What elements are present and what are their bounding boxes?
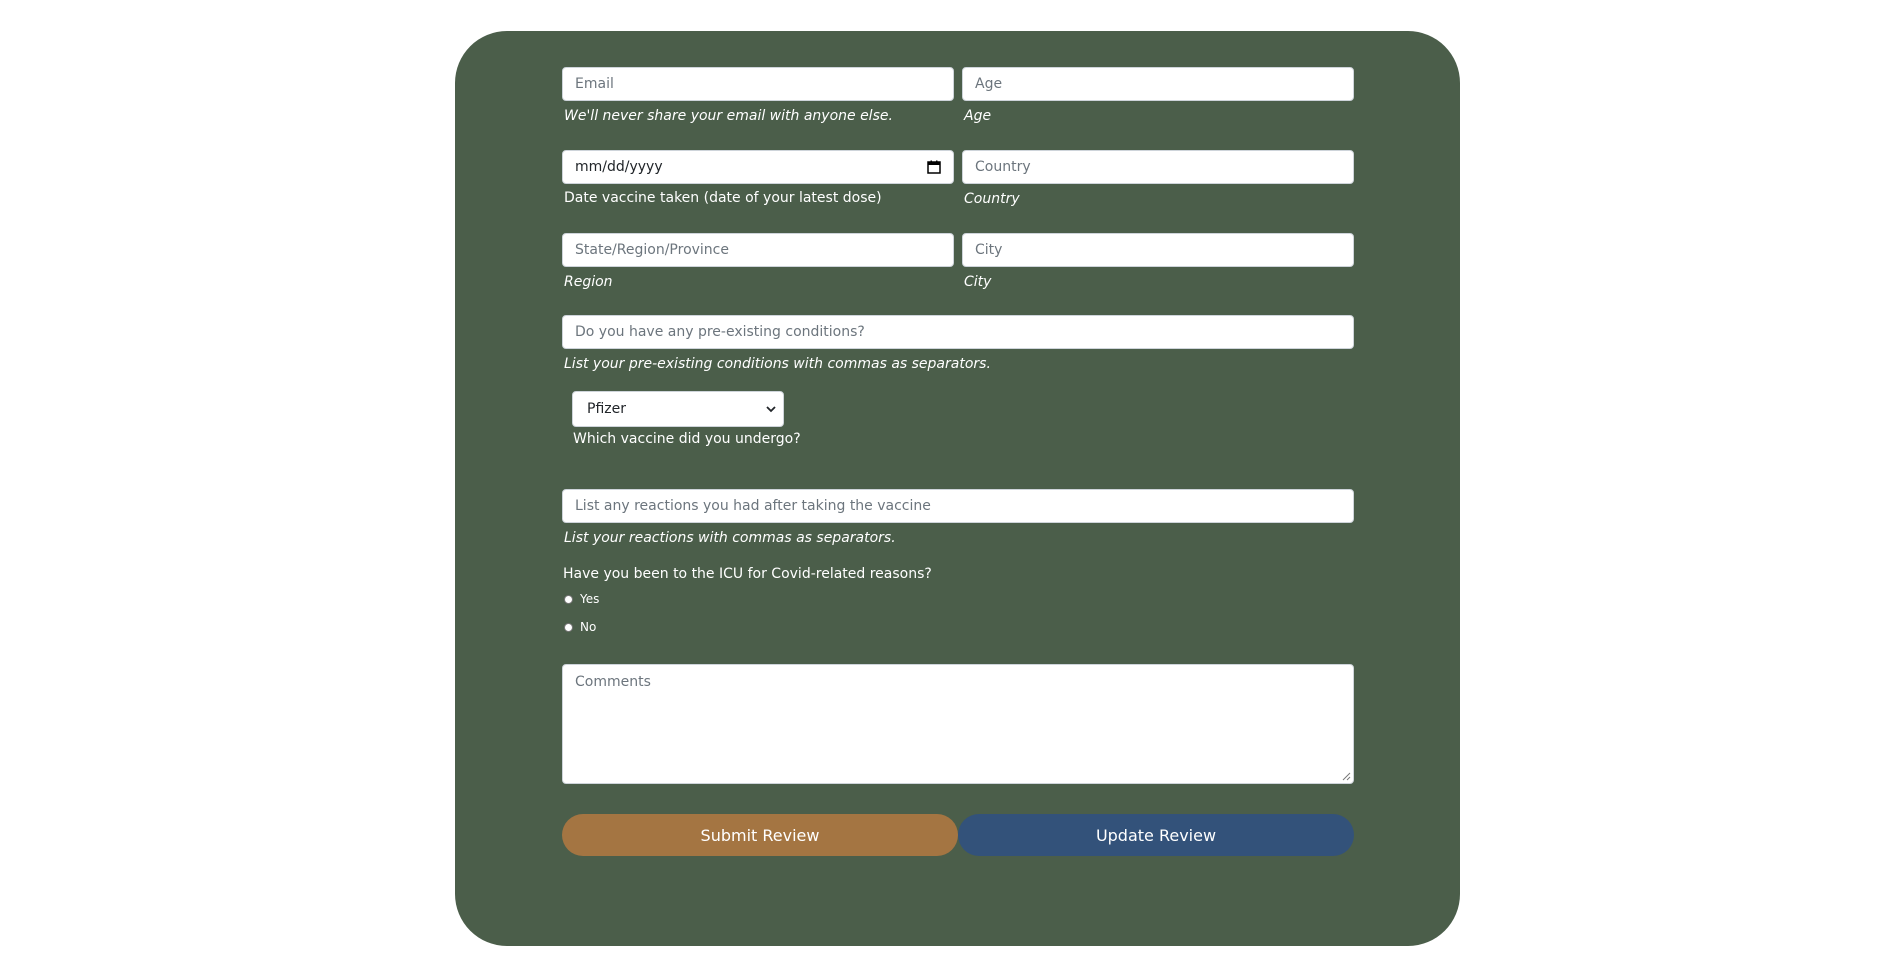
submit-review-button[interactable]: Submit Review — [562, 814, 958, 856]
age-hint: Age — [964, 108, 992, 124]
comments-textarea[interactable]: Comments — [562, 664, 1354, 784]
radio-label-yes: Yes — [580, 592, 600, 606]
conditions-hint: List your pre-existing conditions with c… — [564, 356, 991, 372]
icu-option-no[interactable]: No — [564, 620, 596, 634]
vaccine-select[interactable]: Pfizer — [572, 391, 784, 427]
radio-button-yes[interactable] — [564, 594, 573, 604]
icu-option-yes[interactable]: Yes — [564, 592, 599, 606]
region-hint: Region — [564, 274, 613, 290]
resize-handle-icon[interactable] — [1341, 771, 1351, 781]
country-input[interactable]: Country — [962, 150, 1354, 184]
country-hint: Country — [964, 191, 1020, 207]
reactions-hint: List your reactions with commas as separ… — [564, 530, 896, 546]
region-input[interactable]: State/Region/Province — [562, 233, 954, 267]
review-form-card: Email We'll never share your email with … — [455, 31, 1460, 946]
comments-placeholder: Comments — [575, 674, 651, 690]
calendar-icon[interactable] — [927, 160, 941, 174]
vaccine-date-hint: Date vaccine taken (date of your latest … — [564, 190, 882, 206]
age-input[interactable]: Age — [962, 67, 1354, 101]
email-hint: We'll never share your email with anyone… — [564, 108, 893, 124]
chevron-down-icon — [766, 406, 776, 413]
date-format-text: mm/dd/yyyy — [575, 159, 663, 175]
city-input[interactable]: City — [962, 233, 1354, 267]
update-review-button[interactable]: Update Review — [958, 814, 1354, 856]
radio-label-no: No — [580, 620, 597, 634]
vaccine-selected-value: Pfizer — [587, 401, 626, 417]
conditions-input[interactable]: Do you have any pre-existing conditions? — [562, 315, 1354, 349]
radio-button-no[interactable] — [564, 622, 573, 632]
vaccine-hint: Which vaccine did you undergo? — [573, 431, 801, 447]
email-input[interactable]: Email — [562, 67, 954, 101]
icu-question: Have you been to the ICU for Covid-relat… — [563, 566, 932, 582]
reactions-input[interactable]: List any reactions you had after taking … — [562, 489, 1354, 523]
vaccine-date-input[interactable]: mm/dd/yyyy — [562, 150, 954, 184]
city-hint: City — [964, 274, 992, 290]
